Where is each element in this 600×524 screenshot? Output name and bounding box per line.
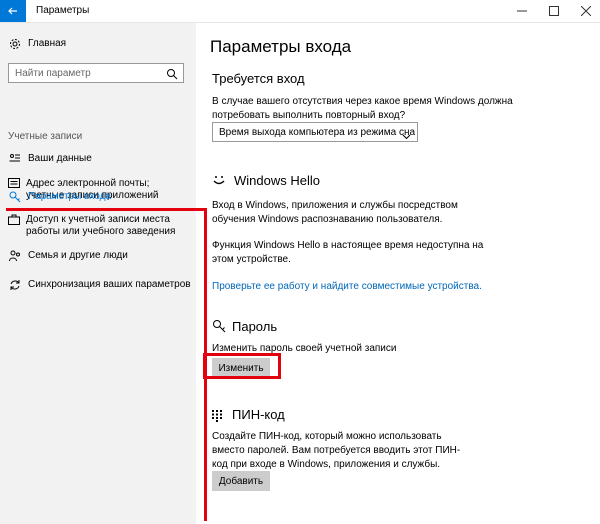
sidebar-item-signin-options[interactable]: Параметры входа: [8, 191, 111, 203]
maximize-icon: [549, 6, 559, 16]
sidebar-item-label: Ваши данные: [28, 153, 92, 164]
sidebar-section-title: Учетные записи: [8, 131, 83, 142]
chevron-down-icon: [402, 128, 411, 146]
key-icon: [212, 319, 226, 338]
sidebar-item-home[interactable]: Главная: [8, 38, 66, 50]
back-button[interactable]: [0, 0, 26, 22]
annotation-highlight-box: [203, 353, 281, 379]
dropdown-value: Время выхода компьютера из режима сна: [219, 127, 416, 138]
windows-hello-status: Функция Windows Hello в настоящее время …: [212, 240, 484, 265]
gear-icon: [8, 38, 22, 50]
search-input[interactable]: Найти параметр: [8, 63, 184, 83]
signin-required-description: В случае вашего отсутствия через какое в…: [212, 96, 513, 121]
close-button[interactable]: [572, 0, 600, 22]
smiley-icon: [212, 173, 226, 192]
pin-heading: ПИН-код: [232, 407, 285, 422]
minimize-icon: [517, 10, 527, 12]
title-bar: Параметры: [0, 0, 600, 23]
windows-hello-link[interactable]: Проверьте ее работу и найдите совместимы…: [212, 281, 482, 292]
search-placeholder: Найти параметр: [15, 68, 91, 79]
pin-description: Создайте ПИН-код, который можно использо…: [212, 431, 461, 470]
back-arrow-icon: [8, 7, 17, 15]
signin-required-dropdown[interactable]: Время выхода компьютера из режима сна: [212, 122, 418, 142]
close-icon: [581, 6, 591, 16]
home-label: Главная: [28, 38, 67, 49]
person-card-icon: [8, 153, 22, 163]
search-icon: [166, 67, 178, 85]
main-content: Параметры входа Требуется вход В случае …: [196, 23, 600, 524]
windows-hello-heading: Windows Hello: [234, 173, 320, 188]
windows-hello-description: Вход в Windows, приложения и службы поср…: [212, 200, 458, 225]
annotation-bracket: [6, 208, 207, 521]
mail-icon: [8, 178, 20, 188]
keypad-icon: [212, 409, 222, 427]
maximize-button[interactable]: [540, 0, 568, 22]
add-pin-button[interactable]: Добавить: [212, 471, 270, 491]
page-title: Параметры входа: [210, 37, 352, 56]
sidebar-item-label: Параметры входа: [28, 191, 112, 202]
window-title: Параметры: [36, 5, 90, 16]
password-heading: Пароль: [232, 319, 278, 334]
key-icon: [8, 191, 22, 203]
signin-required-heading: Требуется вход: [212, 71, 305, 86]
minimize-button[interactable]: [508, 0, 536, 22]
sidebar-item-your-info[interactable]: Ваши данные: [8, 153, 92, 165]
